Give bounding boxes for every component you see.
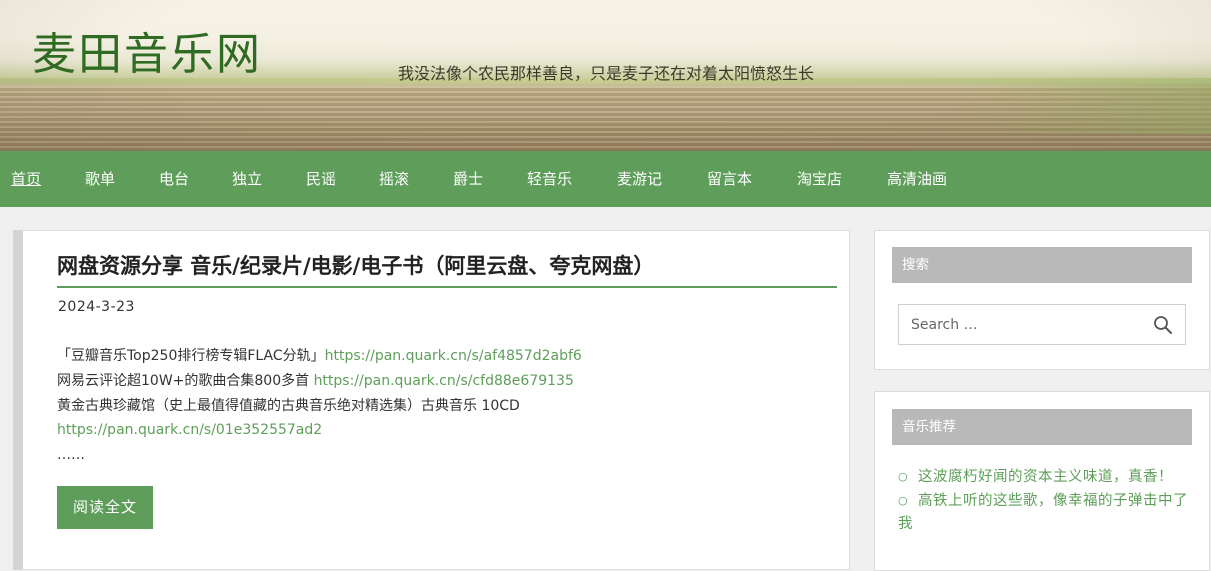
search-widget: 搜索: [874, 230, 1210, 370]
nav-item-guestbook[interactable]: 留言本: [707, 151, 752, 207]
bullet-icon: ○: [898, 470, 908, 483]
title-divider: [57, 286, 837, 288]
post-card: 网盘资源分享 音乐/纪录片/电影/电子书（阿里云盘、夸克网盘） 2024-3-2…: [13, 230, 850, 570]
excerpt-line: 「豆瓣音乐Top250排行榜专辑FLAC分轨」https://pan.quark…: [57, 344, 837, 369]
nav-item-rock[interactable]: 摇滚: [379, 151, 409, 207]
site-title[interactable]: 麦田音乐网: [32, 28, 262, 82]
nav-item-light-music[interactable]: 轻音乐: [527, 151, 572, 207]
recommend-item: ○ 这波腐朽好闻的资本主义味道，真香！: [898, 465, 1188, 489]
nav-item-jazz[interactable]: 爵士: [453, 151, 483, 207]
recommend-link[interactable]: 这波腐朽好闻的资本主义味道，真香！: [918, 469, 1173, 485]
search-icon[interactable]: [1153, 315, 1173, 335]
nav-item-oil-paintings[interactable]: 高清油画: [887, 151, 947, 207]
nav-item-travel[interactable]: 麦游记: [617, 151, 662, 207]
nav-item-indie[interactable]: 独立: [232, 151, 262, 207]
excerpt-line: 网易云评论超10W+的歌曲合集800多首 https://pan.quark.c…: [57, 369, 837, 394]
excerpt-link[interactable]: https://pan.quark.cn/s/af4857d2abf6: [325, 348, 582, 364]
search-input[interactable]: [899, 305, 1139, 344]
excerpt-link[interactable]: https://pan.quark.cn/s/cfd88e679135: [314, 373, 574, 389]
nav-item-taobao-shop[interactable]: 淘宝店: [797, 151, 842, 207]
excerpt-line: 黄金古典珍藏馆（史上最值得值藏的古典音乐绝对精选集）古典音乐 10CD: [57, 394, 837, 419]
recommend-item: ○ 高铁上听的这些歌，像幸福的子弹击中了我: [898, 489, 1188, 536]
nav-item-playlists[interactable]: 歌单: [85, 151, 115, 207]
widget-title-recommend: 音乐推荐: [892, 409, 1192, 445]
excerpt-text: 黄金古典珍藏馆（史上最值得值藏的古典音乐绝对精选集）古典音乐 10CD: [57, 397, 520, 414]
site-tagline: 我没法像个农民那样善良，只是麦子还在对着太阳愤怒生长: [398, 64, 815, 83]
recommend-link[interactable]: 高铁上听的这些歌，像幸福的子弹击中了我: [898, 493, 1188, 532]
header-banner: 麦田音乐网 我没法像个农民那样善良，只是麦子还在对着太阳愤怒生长: [0, 0, 1211, 151]
excerpt-ellipsis: ……: [57, 447, 85, 464]
excerpt-text: 「豆瓣音乐Top250排行榜专辑FLAC分轨」: [57, 348, 325, 364]
music-recommend-widget: 音乐推荐 ○ 这波腐朽好闻的资本主义味道，真香！ ○ 高铁上听的这些歌，像幸福的子弹…: [874, 391, 1210, 571]
search-form: [898, 304, 1186, 345]
recommend-list: ○ 这波腐朽好闻的资本主义味道，真香！ ○ 高铁上听的这些歌，像幸福的子弹击中了我: [898, 465, 1188, 536]
nav-item-home[interactable]: 首页: [11, 151, 41, 207]
widget-title-search: 搜索: [892, 247, 1192, 283]
excerpt-link[interactable]: https://pan.quark.cn/s/01e352557ad2: [57, 422, 322, 438]
post-title[interactable]: 网盘资源分享 音乐/纪录片/电影/电子书（阿里云盘、夸克网盘）: [57, 249, 837, 283]
excerpt-line: https://pan.quark.cn/s/01e352557ad2: [57, 418, 837, 443]
bullet-icon: ○: [898, 494, 908, 507]
nav-item-radio[interactable]: 电台: [159, 151, 189, 207]
post-excerpt: 「豆瓣音乐Top250排行榜专辑FLAC分轨」https://pan.quark…: [57, 344, 837, 468]
nav-item-folk[interactable]: 民谣: [306, 151, 336, 207]
read-more-button[interactable]: 阅读全文: [57, 486, 153, 529]
main-nav: 首页 歌单 电台 独立 民谣 摇滚 爵士 轻音乐 麦游记 留言本 淘宝店 高清油…: [0, 151, 1211, 207]
post-date: 2024-3-23: [58, 299, 135, 315]
excerpt-text: 网易云评论超10W+的歌曲合集800多首: [57, 372, 314, 389]
